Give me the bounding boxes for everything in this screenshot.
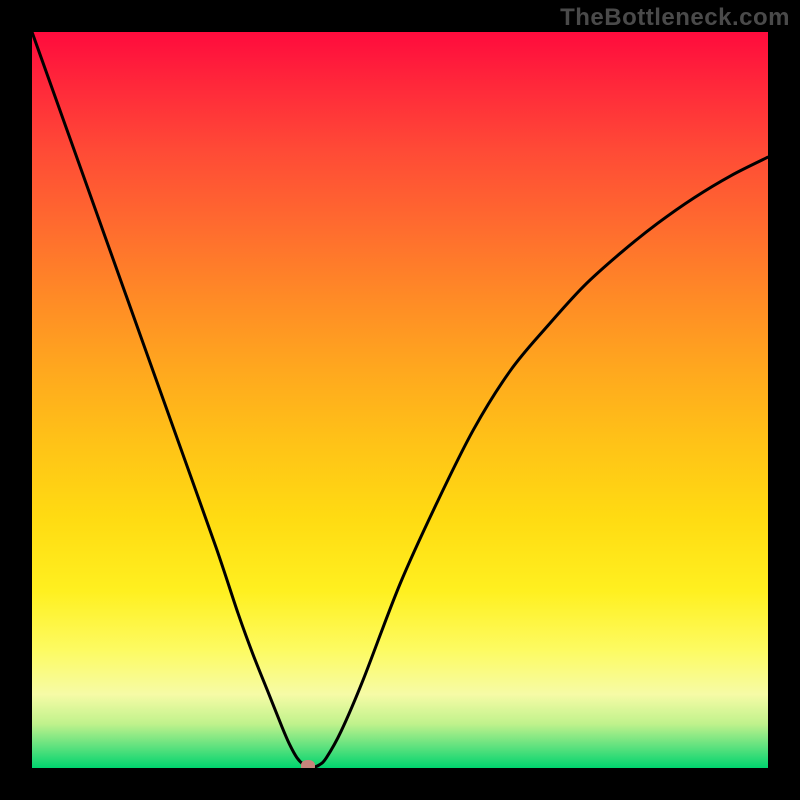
chart-frame: TheBottleneck.com xyxy=(0,0,800,800)
bottleneck-curve xyxy=(32,32,768,768)
optimal-point-marker xyxy=(301,760,315,768)
watermark-text: TheBottleneck.com xyxy=(560,4,790,32)
plot-area xyxy=(32,32,768,768)
